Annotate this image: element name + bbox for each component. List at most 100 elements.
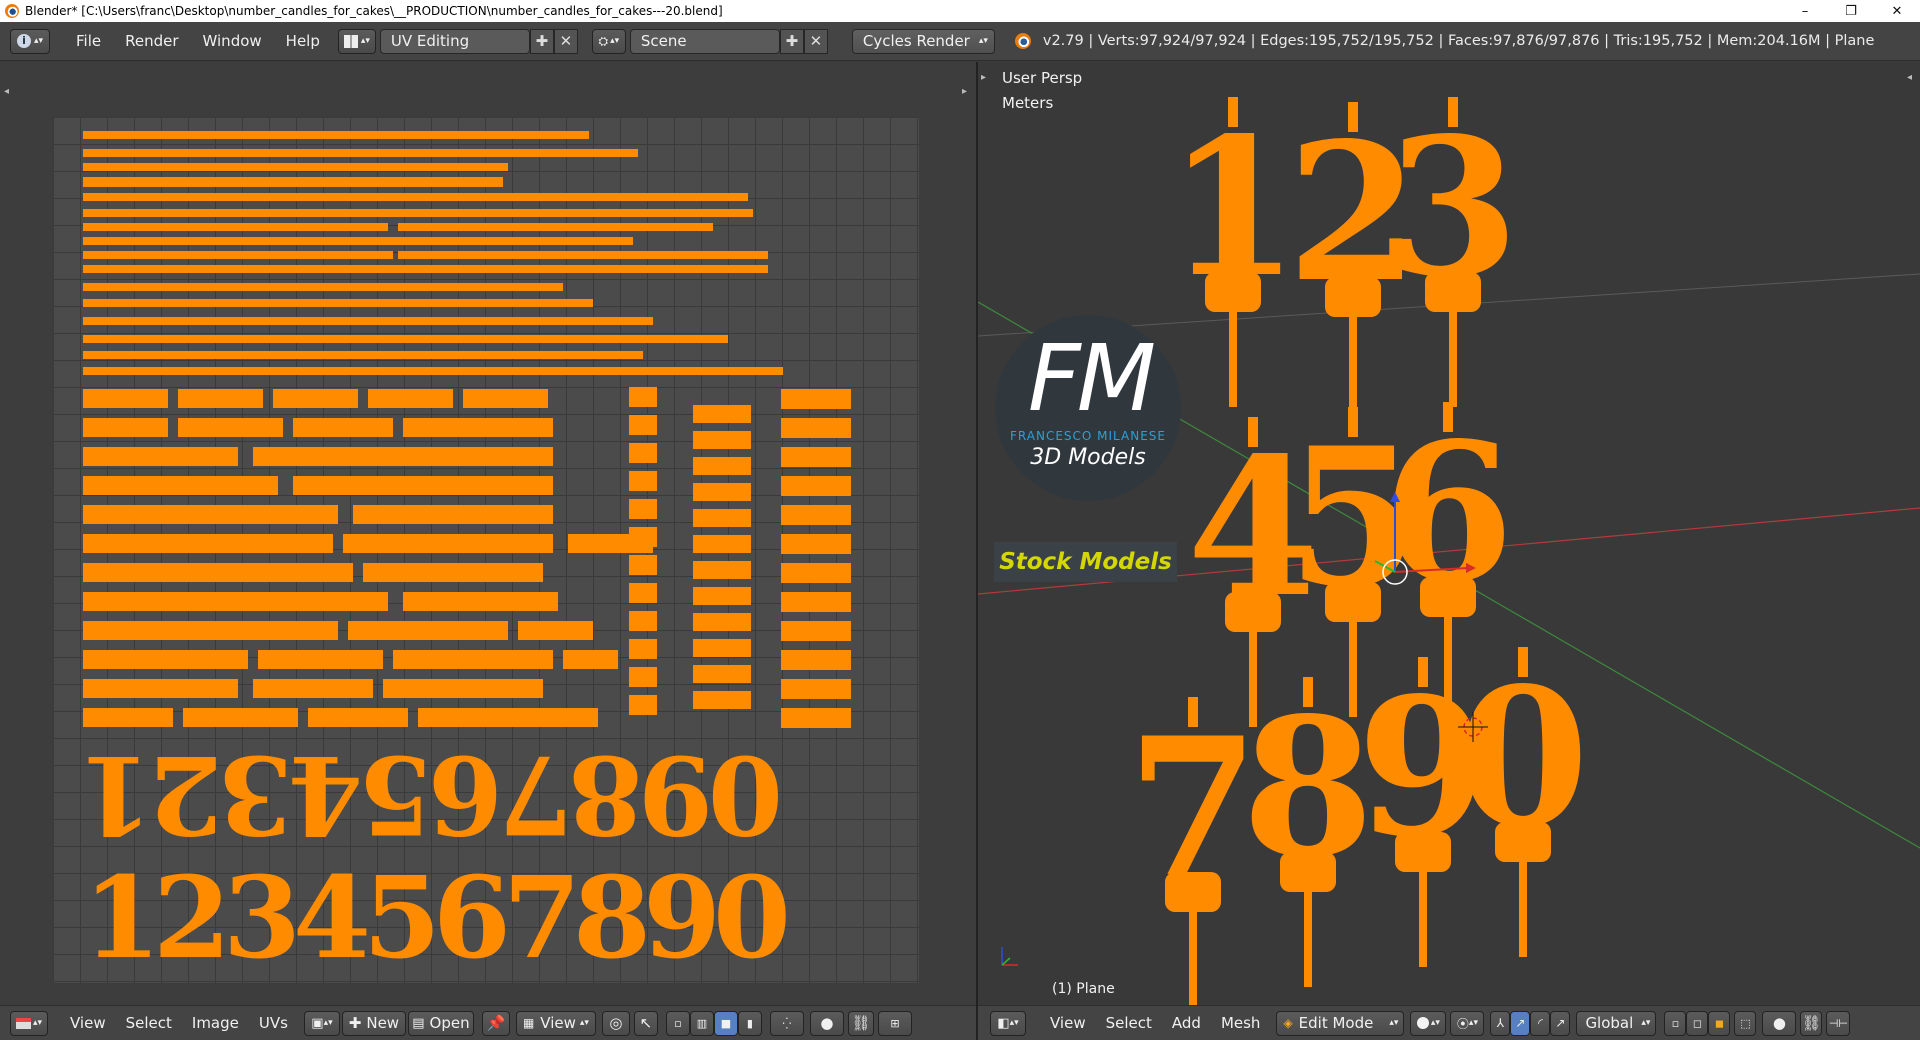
interaction-mode-dropdown[interactable]: ◈ Edit Mode ▴▾ [1276, 1010, 1405, 1036]
dropdown-arrows-icon: ▴▾ [1641, 1018, 1651, 1028]
uv-face-bar [293, 476, 553, 495]
image-editor-icon [15, 1017, 31, 1029]
menu-image[interactable]: Image [182, 1014, 249, 1032]
menu-render[interactable]: Render [113, 32, 190, 50]
maximize-button[interactable]: ❐ [1828, 0, 1874, 22]
new-image-button[interactable]: ✚ New [341, 1010, 406, 1036]
uv-face-bar [563, 650, 618, 669]
circle-icon: ● [1772, 1014, 1786, 1032]
uv-digit-island: 4 [288, 731, 363, 857]
menu-select[interactable]: Select [1096, 1014, 1162, 1032]
limit-selection-button[interactable]: ⬚ [1734, 1010, 1757, 1036]
3d-cursor-icon[interactable] [1458, 712, 1488, 742]
3d-viewport[interactable]: ▸ ◂ User Persp Meters 1234567890 FM FRAN… [978, 62, 1920, 1005]
uv-face-bar [83, 621, 338, 640]
viewport-menus: View Select Add Mesh [1040, 1014, 1270, 1032]
delete-screen-button[interactable]: ✕ [553, 28, 578, 54]
main-menu: File Render Window Help [64, 32, 332, 50]
pin-icon: 📌 [486, 1014, 506, 1032]
view-mode-icon: ▦ [522, 1016, 535, 1030]
active-object-label: (1) Plane [1052, 981, 1115, 997]
face-select-button[interactable]: ◼ [1708, 1010, 1731, 1036]
uv-face-bar [463, 389, 548, 408]
proportional-edit-button[interactable]: ● [809, 1010, 844, 1036]
scale-manipulator-button[interactable]: ↗ [1550, 1010, 1571, 1036]
uv-face-bar [393, 650, 553, 669]
uv-digit-island: 5 [363, 853, 441, 983]
transform-orientation-dropdown[interactable]: Global ▴▾ [1576, 1010, 1657, 1036]
snap-toggle-button[interactable]: ⛓ [1800, 1010, 1823, 1036]
uv-column-segment [629, 527, 657, 547]
uv-column-segment [693, 535, 751, 553]
snap-element-button[interactable]: ⁛ [769, 1010, 804, 1036]
render-engine-dropdown[interactable]: Cycles Render ▴▾ [851, 28, 995, 54]
menu-add[interactable]: Add [1162, 1014, 1211, 1032]
browse-image-button[interactable]: ▣ ▴▾ [303, 1010, 340, 1036]
uv-column-segment [693, 405, 751, 423]
uv-face-bar [83, 708, 173, 727]
menu-uvs[interactable]: UVs [249, 1014, 298, 1032]
vertex-select-button[interactable]: ▫ [1664, 1010, 1687, 1036]
open-image-button[interactable]: ▤ Open [407, 1010, 474, 1036]
delete-scene-button[interactable]: ✕ [803, 28, 828, 54]
editor-type-button[interactable]: ◧ ▴▾ [990, 1010, 1026, 1036]
pivot-point-dropdown[interactable]: ⦿ ▴▾ [1450, 1010, 1485, 1036]
area-corner-icon[interactable]: ◂ [4, 86, 14, 97]
uv-face-bar [83, 592, 388, 611]
uv-face-select-button[interactable]: ■ [713, 1010, 738, 1036]
manipulator-toggle-button[interactable]: ⅄ [1490, 1010, 1511, 1036]
translate-manipulator-button[interactable]: ↗ [1510, 1010, 1531, 1036]
uv-image-editor[interactable]: ◂ ▸ 1234567890 1234567890 [0, 62, 976, 1005]
menu-select[interactable]: Select [116, 1014, 182, 1032]
menu-file[interactable]: File [64, 32, 113, 50]
pivot-button[interactable]: ◎ [601, 1010, 630, 1036]
screen-layout-icon-button[interactable]: ▴▾ [337, 28, 376, 54]
pivot-icon: ⦿ [1456, 1016, 1469, 1031]
uv-edge-select-button[interactable]: ▥ [689, 1010, 714, 1036]
cursor-icon: ↖ [639, 1014, 653, 1032]
blender-icon [5, 4, 19, 18]
uv-editor-header: ▴▾ View Select Image UVs ▣ ▴▾ ✚ New ▤ Op… [0, 1005, 976, 1040]
area-corner-icon[interactable]: ▸ [962, 86, 972, 97]
uv-sync-button[interactable]: ⛓ [847, 1010, 874, 1036]
transform-gizmo[interactable] [1374, 492, 1476, 585]
image-view-mode-dropdown[interactable]: ▦ View ▴▾ [515, 1010, 596, 1036]
add-screen-button[interactable]: ✚ [529, 28, 554, 54]
uv-face-bar [403, 418, 553, 437]
editor-type-button[interactable]: i ▴▾ [10, 28, 50, 54]
menu-window[interactable]: Window [191, 32, 274, 50]
viewport-header: ◧ ▴▾ View Select Add Mesh ◈ Edit Mode ▴▾… [978, 1005, 1920, 1040]
uv-face-bar [253, 447, 553, 466]
pin-button[interactable]: 📌 [481, 1010, 510, 1036]
uv-grid-canvas[interactable]: 1234567890 1234567890 [53, 117, 919, 984]
add-scene-button[interactable]: ✚ [779, 28, 804, 54]
viewport-shading-dropdown[interactable]: ▴▾ [1410, 1010, 1447, 1036]
uv-stretch-button[interactable]: ⊞ [877, 1010, 912, 1036]
uv-column-segment [629, 555, 657, 575]
menu-mesh[interactable]: Mesh [1211, 1014, 1271, 1032]
proportional-edit-button[interactable]: ● [1762, 1010, 1797, 1036]
uv-column-segment [629, 583, 657, 603]
scene-field[interactable]: Scene [629, 28, 780, 54]
uv-strip [568, 335, 728, 343]
close-button[interactable]: ✕ [1874, 0, 1920, 22]
scene-icon-button[interactable]: ⛭ ▴▾ [591, 28, 626, 54]
uv-island-select-button[interactable]: ▮ [737, 1010, 762, 1036]
sticky-select-button[interactable]: ↖ [633, 1010, 658, 1036]
uv-strip [403, 237, 633, 245]
minimize-button[interactable]: – [1782, 0, 1828, 22]
uv-strip [83, 237, 415, 245]
rotate-manipulator-button[interactable]: ◜ [1530, 1010, 1551, 1036]
snap-element-button[interactable]: ⊣⊢ [1826, 1010, 1851, 1036]
uv-column-segment [781, 650, 851, 670]
info-header: i ▴▾ File Render Window Help ▴▾ UV Editi… [0, 22, 1920, 61]
uv-column-segment [629, 611, 657, 631]
screen-layout-field[interactable]: UV Editing [379, 28, 530, 54]
uv-vertex-select-button[interactable]: ▫ [665, 1010, 690, 1036]
menu-view[interactable]: View [1040, 1014, 1096, 1032]
editor-type-button[interactable]: ▴▾ [10, 1010, 48, 1036]
menu-help[interactable]: Help [274, 32, 332, 50]
uv-digit-island: 5 [358, 731, 433, 857]
menu-view[interactable]: View [60, 1014, 116, 1032]
edge-select-button[interactable]: ◻ [1686, 1010, 1709, 1036]
